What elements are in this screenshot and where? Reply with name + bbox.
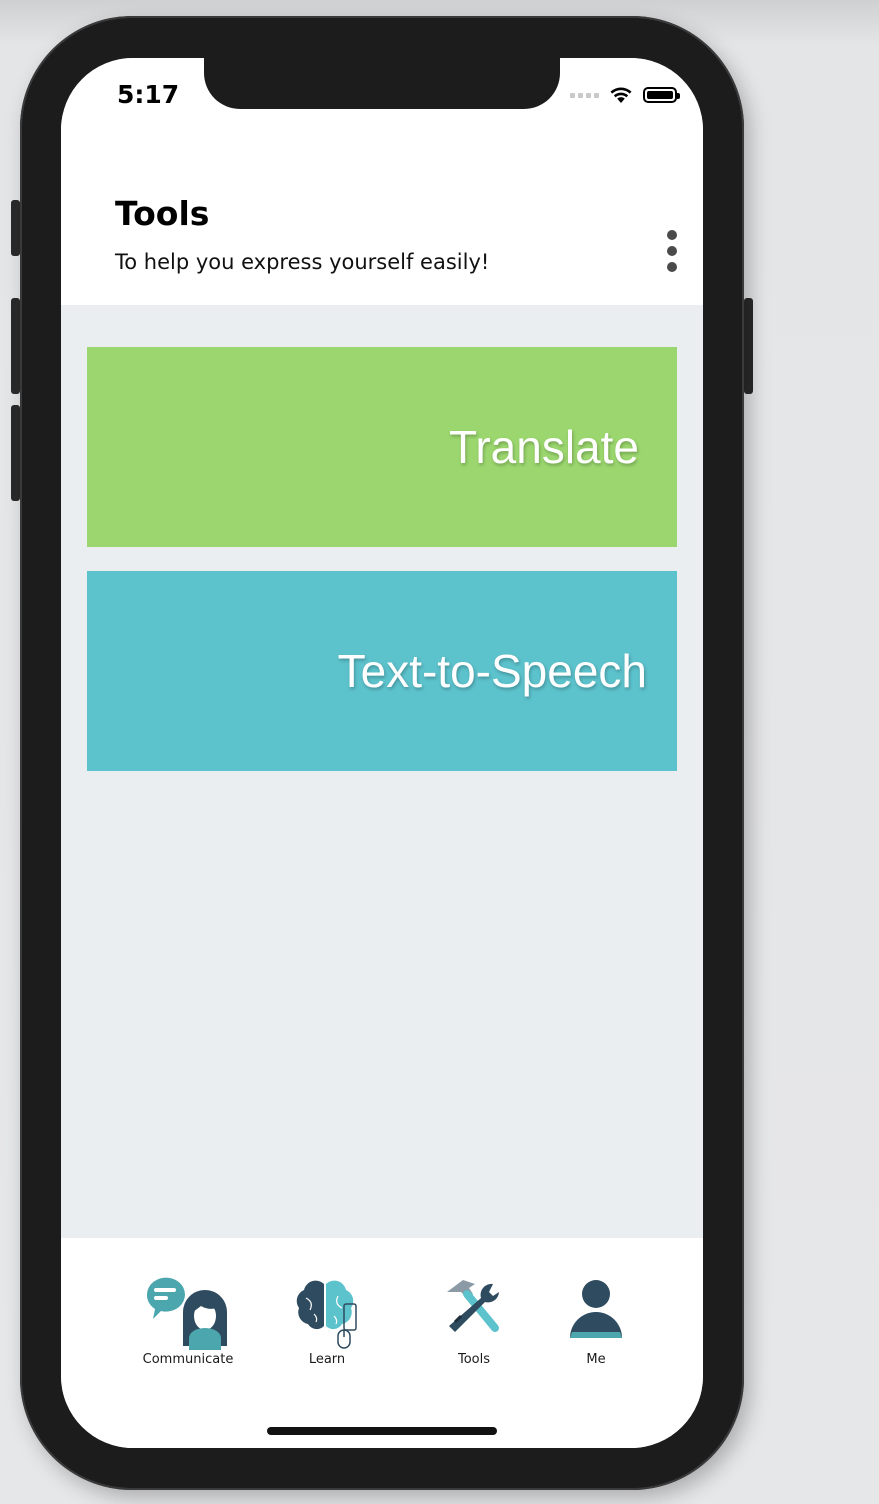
tab-tools[interactable]: Tools xyxy=(434,1274,514,1367)
page-title: Tools xyxy=(115,194,210,233)
text-to-speech-label: Text-to-Speech xyxy=(337,645,647,697)
power-button xyxy=(744,298,753,394)
translate-label: Translate xyxy=(448,421,639,473)
app-screen: Tools To help you express yourself easil… xyxy=(61,58,703,1448)
tab-bar: Communicate Learn Tools Me xyxy=(61,1238,703,1448)
notch xyxy=(204,58,560,109)
tab-me[interactable]: Me xyxy=(558,1274,634,1367)
battery-icon xyxy=(643,87,680,103)
tab-label-communicate: Communicate xyxy=(142,1352,234,1367)
silent-switch xyxy=(11,200,20,256)
tab-learn[interactable]: Learn xyxy=(287,1274,367,1367)
tab-label-tools: Tools xyxy=(457,1352,491,1367)
signal-icon xyxy=(570,92,599,98)
translate-card[interactable]: Translate xyxy=(87,347,677,547)
text-to-speech-card[interactable]: Text-to-Speech xyxy=(87,571,677,771)
tools-list: Translate Text-to-Speech xyxy=(61,305,703,1238)
person-icon xyxy=(570,1280,622,1338)
tab-label-learn: Learn xyxy=(308,1352,346,1367)
page-subtitle: To help you express yourself easily! xyxy=(115,250,490,274)
status-time: 5:17 xyxy=(117,80,180,109)
more-vertical-icon[interactable] xyxy=(662,230,682,272)
wifi-icon xyxy=(610,87,632,103)
home-indicator[interactable] xyxy=(267,1427,497,1435)
tab-communicate[interactable]: Communicate xyxy=(123,1274,253,1367)
volume-down-button xyxy=(11,405,20,501)
communicate-icon xyxy=(146,1277,227,1350)
status-icons xyxy=(570,86,680,104)
tools-icon xyxy=(447,1280,499,1332)
volume-up-button xyxy=(11,298,20,394)
tab-label-me: Me xyxy=(586,1352,606,1367)
brain-icon xyxy=(296,1280,357,1349)
